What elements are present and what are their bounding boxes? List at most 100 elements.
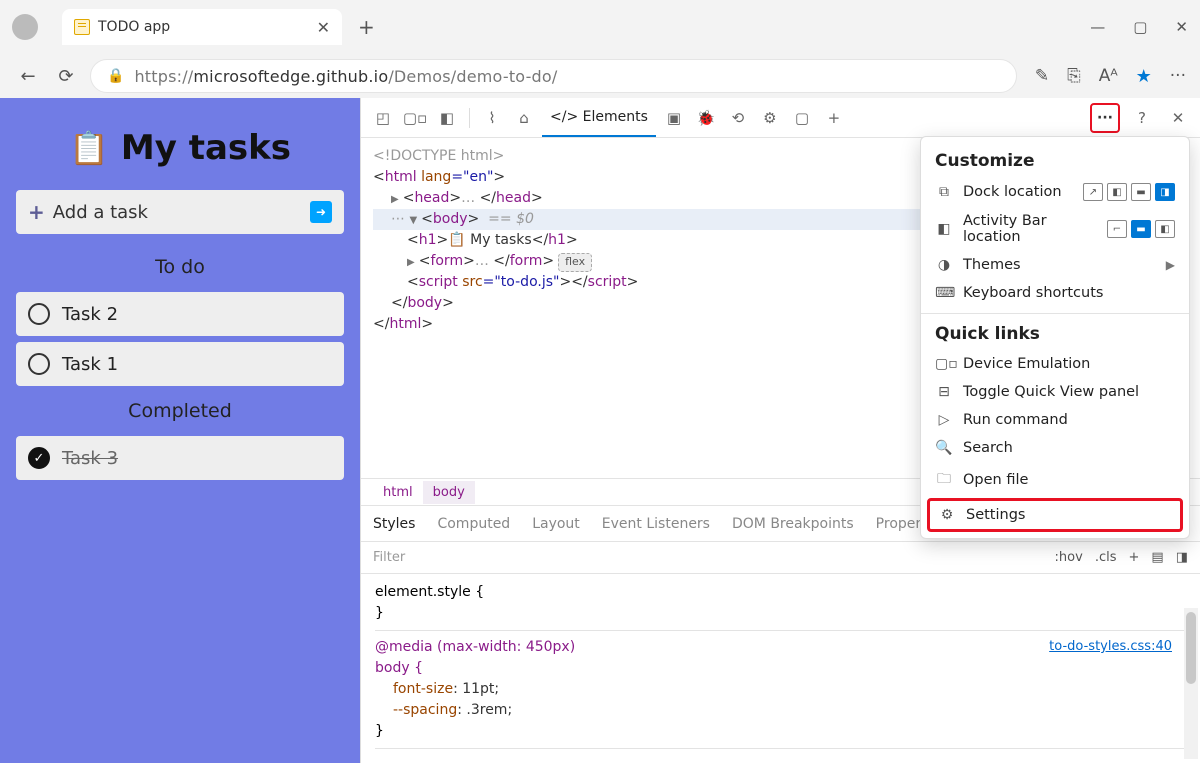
menu-activity-bar[interactable]: ◧ Activity Bar location ⌐ ▬ ◧	[921, 207, 1189, 251]
quicklinks-heading: Quick links	[921, 320, 1189, 350]
device-icon[interactable]: ▢▫	[401, 109, 429, 127]
checkbox-icon[interactable]	[28, 353, 50, 375]
network-icon[interactable]: ⌇	[478, 109, 506, 127]
subtab-listeners[interactable]: Event Listeners	[602, 516, 710, 532]
computed-toggle-icon[interactable]: ◨	[1176, 550, 1188, 565]
scrollbar[interactable]	[1184, 608, 1198, 759]
dock-left-icon[interactable]: ◧	[1107, 183, 1127, 201]
completed-section-label: Completed	[10, 392, 350, 430]
address-bar[interactable]: 🔒 https://microsoftedge.github.io/Demos/…	[90, 59, 1017, 93]
keyboard-icon: ⌨	[935, 285, 953, 301]
app-icon[interactable]: ▢	[788, 109, 816, 127]
dock-undock-icon[interactable]: ↗	[1083, 183, 1103, 201]
tab-elements[interactable]: </> Elements	[542, 99, 656, 137]
style-source-link[interactable]: to-do-styles.css:40	[1049, 637, 1172, 657]
profile-avatar[interactable]	[12, 14, 38, 40]
home-icon[interactable]: ⌂	[510, 109, 538, 127]
devtools-more-button[interactable]: ···	[1090, 103, 1120, 133]
lock-icon: 🔒	[107, 68, 124, 84]
task-label: Task 2	[62, 304, 118, 325]
dock-icon: ⧉	[935, 184, 953, 200]
menu-settings[interactable]: ⚙ Settings	[930, 501, 1180, 529]
checkbox-checked-icon[interactable]: ✓	[28, 447, 50, 469]
browser-toolbar: ← ⟳ 🔒 https://microsoftedge.github.io/De…	[0, 54, 1200, 98]
url-text: https://microsoftedge.github.io/Demos/de…	[134, 67, 557, 86]
close-window-button[interactable]: ✕	[1175, 18, 1188, 36]
activity-pos-1[interactable]: ⌐	[1107, 220, 1127, 238]
menu-search[interactable]: 🔍 Search	[921, 434, 1189, 462]
back-button[interactable]: ←	[14, 66, 42, 87]
add-tab-icon[interactable]: +	[820, 109, 848, 127]
maximize-button[interactable]: ▢	[1133, 18, 1147, 36]
menu-open-file[interactable]: 🗀 Open file	[921, 462, 1189, 498]
style-rule-close: }	[375, 603, 1186, 624]
gear-icon: ⚙	[938, 507, 956, 523]
filter-input[interactable]: Filter	[373, 550, 405, 565]
perf-icon[interactable]: ⟲	[724, 109, 752, 127]
close-devtools-icon[interactable]: ✕	[1164, 109, 1192, 127]
new-tab-button[interactable]: +	[358, 15, 375, 39]
task-item[interactable]: Task 1	[16, 342, 344, 386]
flex-editor-icon[interactable]: ▤	[1151, 550, 1163, 565]
styles-filter-bar: Filter :hov .cls + ▤ ◨	[361, 542, 1200, 574]
tab-title: TODO app	[98, 19, 309, 35]
panel-icon[interactable]: ◧	[433, 109, 461, 127]
subtab-layout[interactable]: Layout	[532, 516, 580, 532]
selector[interactable]: body {	[375, 660, 423, 676]
reload-button[interactable]: ⟳	[52, 66, 80, 87]
console-icon[interactable]: ▣	[660, 109, 688, 127]
chevron-right-icon: ▶	[1166, 258, 1175, 272]
window-controls: — ▢ ✕	[1090, 18, 1188, 36]
gear-icon[interactable]: ⚙	[756, 109, 784, 127]
add-task-input[interactable]: + Add a task ➜	[16, 190, 344, 234]
collections-icon[interactable]: ⎘	[1067, 66, 1081, 86]
dock-right-icon[interactable]: ◨	[1155, 183, 1175, 201]
sources-icon[interactable]: 🐞	[692, 109, 720, 127]
favorite-icon[interactable]: ★	[1136, 66, 1152, 87]
task-item-completed[interactable]: ✓ Task 3	[16, 436, 344, 480]
tab-close-icon[interactable]: ✕	[317, 18, 330, 37]
toolbar-right: ✎ ⎘ Aᴬ ★ ···	[1035, 66, 1186, 87]
style-rule[interactable]: element.style {	[375, 582, 1186, 603]
run-icon: ▷	[935, 412, 953, 428]
menu-device-emulation[interactable]: ▢▫ Device Emulation	[921, 350, 1189, 378]
hov-toggle[interactable]: :hov	[1055, 550, 1083, 565]
menu-run-command[interactable]: ▷ Run command	[921, 406, 1189, 434]
activity-pos-2[interactable]: ▬	[1131, 220, 1151, 238]
checkbox-icon[interactable]	[28, 303, 50, 325]
subtab-dombp[interactable]: DOM Breakpoints	[732, 516, 854, 532]
app-title: My tasks	[121, 128, 291, 168]
menu-keyboard-shortcuts[interactable]: ⌨ Keyboard shortcuts	[921, 279, 1189, 307]
quickview-icon: ⊟	[935, 384, 953, 400]
new-rule-icon[interactable]: +	[1129, 550, 1140, 565]
customize-popup: Customize ⧉ Dock location ↗ ◧ ▬ ◨ ◧ Acti…	[920, 136, 1190, 539]
crumb-html[interactable]: html	[373, 481, 423, 504]
menu-quick-view[interactable]: ⊟ Toggle Quick View panel	[921, 378, 1189, 406]
styles-pane[interactable]: element.style { } to-do-styles.css:40 @m…	[361, 574, 1200, 763]
menu-themes[interactable]: ◑ Themes ▶	[921, 251, 1189, 279]
help-icon[interactable]: ?	[1128, 109, 1156, 127]
activity-pos-3[interactable]: ◧	[1155, 220, 1175, 238]
style-rule-close: }	[375, 721, 1186, 742]
subtab-computed[interactable]: Computed	[437, 516, 510, 532]
submit-arrow-icon[interactable]: ➜	[310, 201, 332, 223]
font-size-icon[interactable]: Aᴬ	[1099, 66, 1118, 86]
plus-icon: +	[28, 200, 45, 224]
dock-bottom-icon[interactable]: ▬	[1131, 183, 1151, 201]
inspect-icon[interactable]: ◰	[369, 109, 397, 127]
tab-favicon	[74, 19, 90, 35]
task-item[interactable]: Task 2	[16, 292, 344, 336]
cls-toggle[interactable]: .cls	[1095, 550, 1117, 565]
edit-icon[interactable]: ✎	[1035, 66, 1049, 86]
crumb-body[interactable]: body	[423, 481, 475, 504]
menu-dock-location[interactable]: ⧉ Dock location ↗ ◧ ▬ ◨	[921, 177, 1189, 207]
scroll-thumb[interactable]	[1186, 612, 1196, 684]
subtab-styles[interactable]: Styles	[373, 516, 415, 532]
browser-menu-button[interactable]: ···	[1170, 66, 1186, 86]
folder-icon: 🗀	[935, 468, 953, 492]
devtools-tabbar: ◰ ▢▫ ◧ ⌇ ⌂ </> Elements ▣ 🐞 ⟲ ⚙ ▢ + ··· …	[361, 98, 1200, 138]
minimize-button[interactable]: —	[1090, 18, 1105, 36]
browser-titlebar: TODO app ✕ + — ▢ ✕	[0, 0, 1200, 54]
app-viewport: 📋 My tasks + Add a task ➜ To do Task 2 T…	[0, 98, 360, 763]
browser-tab[interactable]: TODO app ✕	[62, 9, 342, 45]
